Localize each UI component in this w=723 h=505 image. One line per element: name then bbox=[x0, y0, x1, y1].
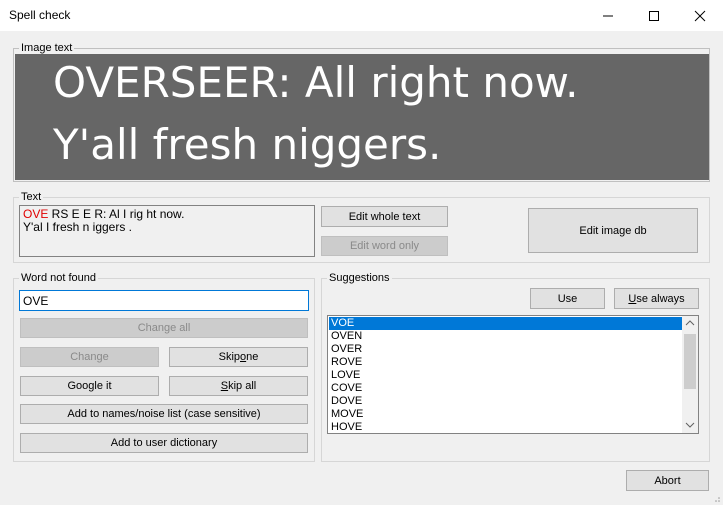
suggestion-item[interactable]: VOE bbox=[329, 317, 682, 330]
scroll-thumb[interactable] bbox=[684, 334, 696, 389]
maximize-button[interactable] bbox=[631, 0, 677, 31]
add-to-names-list-button[interactable]: Add to names/noise list (case sensitive) bbox=[20, 404, 308, 424]
image-text-display: OVERSEER: All right now. Y'all fresh nig… bbox=[15, 54, 709, 180]
suggestion-item[interactable]: DOVE bbox=[329, 395, 682, 408]
edit-word-only-button[interactable]: Edit word only bbox=[321, 236, 448, 256]
close-icon bbox=[694, 10, 706, 21]
word-input[interactable]: OVE bbox=[19, 290, 309, 311]
suggestion-item[interactable]: OVEN bbox=[329, 330, 682, 343]
suggestion-item[interactable]: LOVE bbox=[329, 369, 682, 382]
change-all-button[interactable]: Change all bbox=[20, 318, 308, 338]
window-title: Spell check bbox=[9, 8, 71, 22]
suggestion-item[interactable]: MOVE bbox=[329, 408, 682, 421]
word-not-found-label: Word not found bbox=[19, 272, 99, 284]
suggestion-item[interactable]: OVER bbox=[329, 343, 682, 356]
image-text-label: Image text bbox=[19, 42, 75, 54]
edit-whole-text-button[interactable]: Edit whole text bbox=[321, 206, 448, 227]
skip-one-label-post: ne bbox=[246, 351, 259, 363]
add-to-user-dictionary-button[interactable]: Add to user dictionary bbox=[20, 433, 308, 453]
change-button[interactable]: Change bbox=[20, 347, 159, 367]
resize-grip-icon[interactable] bbox=[711, 493, 721, 503]
scroll-down-icon[interactable] bbox=[685, 422, 695, 428]
google-it-button[interactable]: Google it bbox=[20, 376, 159, 396]
minimize-icon bbox=[603, 15, 613, 16]
skip-all-button[interactable]: Skip all bbox=[169, 376, 308, 396]
skip-all-label-accel: S bbox=[220, 380, 229, 392]
text-line-1-rest: RS E E R: Al I rig ht now. bbox=[48, 207, 185, 221]
suggestions-label: Suggestions bbox=[327, 272, 392, 284]
text-group-label: Text bbox=[19, 191, 44, 203]
edit-image-db-button[interactable]: Edit image db bbox=[528, 208, 698, 253]
error-word: OVE bbox=[23, 207, 49, 221]
image-text-line-1: OVERSEER: All right now. bbox=[53, 58, 579, 107]
suggestions-scrollbar[interactable] bbox=[682, 316, 698, 433]
skip-one-button[interactable]: Skip o ne bbox=[169, 347, 308, 367]
skip-one-label-pre: Skip bbox=[218, 351, 241, 363]
suggestions-items: VOE OVEN OVER ROVE LOVE COVE DOVE MOVE HOVE bbox=[329, 317, 682, 434]
image-text-line-2: Y'all fresh niggers. bbox=[53, 120, 442, 169]
maximize-icon bbox=[649, 10, 659, 21]
use-button[interactable]: Use bbox=[530, 288, 605, 309]
use-always-button[interactable]: Use always bbox=[614, 288, 699, 309]
suggestion-item[interactable]: HOVE bbox=[329, 421, 682, 434]
minimize-button[interactable] bbox=[585, 0, 631, 31]
suggestion-item[interactable]: ROVE bbox=[329, 356, 682, 369]
use-always-label-accel: U bbox=[628, 292, 637, 305]
skip-all-label-post: kip all bbox=[228, 380, 257, 392]
suggestion-item[interactable]: COVE bbox=[329, 382, 682, 395]
close-button[interactable] bbox=[677, 0, 723, 31]
use-always-label-post: se always bbox=[636, 292, 685, 305]
suggestions-list[interactable]: VOE OVEN OVER ROVE LOVE COVE DOVE MOVE HOVE bbox=[327, 315, 699, 434]
scroll-up-icon[interactable] bbox=[685, 320, 695, 326]
text-line-2: Y'al I fresh n iggers . bbox=[23, 220, 133, 234]
abort-button[interactable]: Abort bbox=[626, 470, 709, 491]
ocr-text-box[interactable]: OVE RS E E R: Al I rig ht now. Y'al I fr… bbox=[19, 205, 315, 257]
